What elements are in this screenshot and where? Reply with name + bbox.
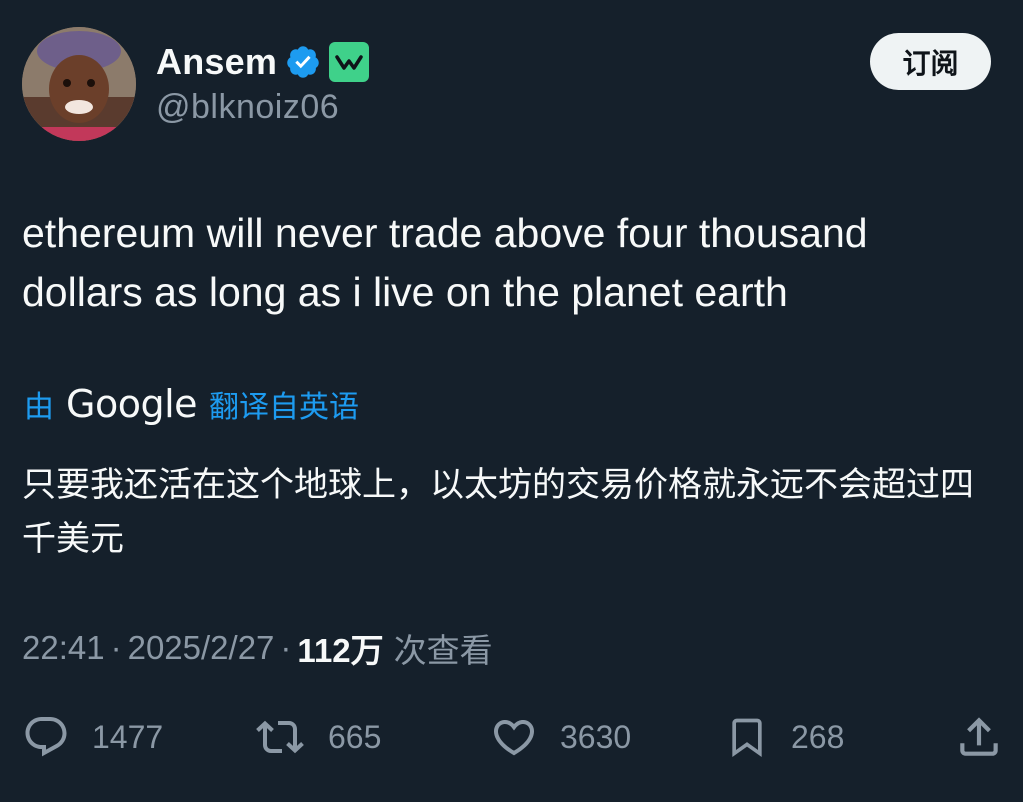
bookmark-icon (732, 718, 762, 758)
avatar[interactable] (22, 27, 136, 141)
translation-prefix: 由 (24, 390, 54, 425)
meta-separator: · (110, 629, 122, 666)
reply-button[interactable]: 1477 (22, 712, 163, 762)
tweet-time[interactable]: 22:41 (22, 629, 105, 667)
share-button[interactable] (954, 712, 1004, 762)
tweet-date[interactable]: 2025/2/27 (128, 629, 275, 667)
views-label: 次查看 (393, 631, 493, 670)
translated-text: 只要我还活在这个地球上，以太坊的交易价格就永远不会超过四千美元 (22, 465, 974, 559)
translation-attribution[interactable]: 由 Google 翻译自英语 (24, 380, 359, 428)
repost-button[interactable]: 665 (254, 712, 381, 762)
author-name-row: Ansem (156, 40, 370, 84)
tweet-meta: 22:41 · 2025/2/27 · 112万 次查看 (22, 626, 493, 670)
google-logo: Google (66, 382, 198, 426)
bookmark-count: 268 (791, 718, 845, 755)
tweet-text: ethereum will never trade above four tho… (22, 210, 868, 315)
meta-separator: · (280, 629, 292, 666)
reply-icon (25, 717, 67, 757)
translation-source-label: 翻译自英语 (209, 390, 360, 425)
author-handle[interactable]: @blknoiz06 (156, 88, 339, 127)
share-icon (960, 717, 998, 756)
views-count: 112万 (297, 632, 384, 669)
reply-count: 1477 (92, 718, 164, 755)
like-count: 3630 (560, 718, 632, 755)
like-button[interactable]: 3630 (490, 712, 631, 762)
avatar-image (22, 27, 136, 141)
subscribe-button[interactable]: 订阅 (870, 33, 991, 90)
author-display-name[interactable]: Ansem (156, 41, 277, 83)
heart-icon (493, 720, 535, 756)
repost-icon (256, 720, 304, 754)
bookmark-button[interactable]: 268 (725, 712, 844, 762)
repost-count: 665 (328, 718, 382, 755)
wave-logo-icon (335, 55, 363, 70)
verified-badge-icon (287, 46, 319, 78)
affiliate-badge-icon[interactable] (329, 42, 370, 82)
